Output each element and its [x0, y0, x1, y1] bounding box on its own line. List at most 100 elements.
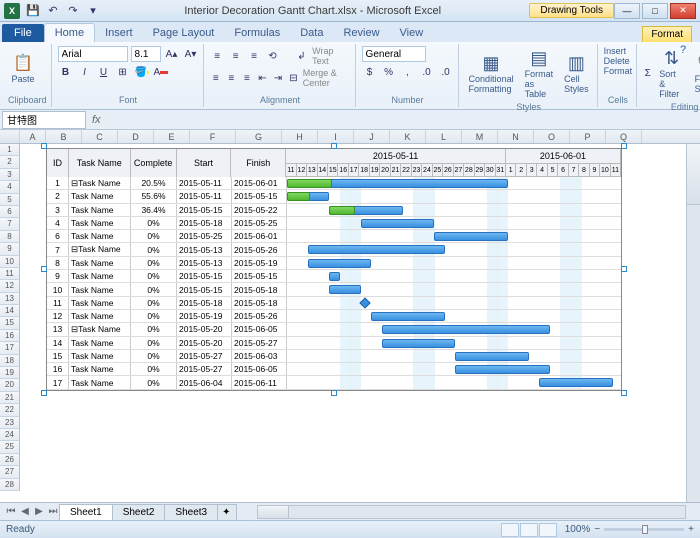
row-header[interactable]: 3 [0, 169, 20, 181]
row-header[interactable]: 7 [0, 218, 20, 230]
qat-save-button[interactable]: 💾 [24, 3, 42, 19]
row-header[interactable]: 18 [0, 355, 20, 367]
tab-file[interactable]: File [2, 24, 44, 42]
comma-button[interactable]: , [400, 64, 416, 80]
row-header[interactable]: 8 [0, 231, 20, 243]
column-header[interactable]: Q [606, 130, 642, 143]
tab-review[interactable]: Review [333, 24, 389, 42]
sheet-tab-2[interactable]: Sheet2 [112, 504, 166, 520]
maximize-button[interactable]: □ [642, 3, 668, 19]
column-header[interactable]: D [118, 130, 154, 143]
align-center-button[interactable]: ≡ [225, 70, 238, 86]
sheet-nav-next[interactable]: ▶ [32, 505, 46, 519]
fx-icon[interactable]: fx [92, 114, 101, 126]
row-header[interactable]: 15 [0, 317, 20, 329]
close-button[interactable]: ✕ [670, 3, 696, 19]
column-header[interactable]: E [154, 130, 190, 143]
format-cells-button[interactable]: Format [604, 66, 633, 76]
gantt-bar[interactable] [382, 339, 456, 348]
underline-button[interactable]: U [96, 64, 112, 80]
row-header[interactable]: 24 [0, 429, 20, 441]
resize-handle-sw[interactable] [41, 390, 47, 396]
gantt-bar[interactable] [308, 259, 371, 268]
grow-font-button[interactable]: A▴ [164, 46, 180, 62]
row-header[interactable]: 25 [0, 441, 20, 453]
shrink-font-button[interactable]: A▾ [183, 46, 199, 62]
align-bottom-button[interactable]: ≡ [246, 48, 261, 64]
column-header[interactable]: F [190, 130, 236, 143]
row-header[interactable]: 13 [0, 293, 20, 305]
zoom-in-button[interactable]: + [688, 524, 694, 535]
sheet-tab-1[interactable]: Sheet1 [59, 504, 113, 520]
worksheet-area[interactable]: ABCDEFGHIJKLMNOPQ 1234567891011121314151… [0, 130, 700, 502]
tab-format-contextual[interactable]: Format [642, 26, 692, 42]
font-name-select[interactable] [58, 46, 128, 62]
conditional-formatting-button[interactable]: ▦Conditional Formatting [465, 51, 518, 97]
font-size-select[interactable] [131, 46, 161, 62]
row-header[interactable]: 5 [0, 194, 20, 206]
align-left-button[interactable]: ≡ [210, 70, 223, 86]
row-header[interactable]: 16 [0, 330, 20, 342]
resize-handle-s[interactable] [331, 390, 337, 396]
column-header[interactable]: H [282, 130, 318, 143]
tab-page-layout[interactable]: Page Layout [143, 24, 225, 42]
column-header[interactable]: N [498, 130, 534, 143]
number-format-select[interactable] [362, 46, 426, 62]
orientation-button[interactable]: ⟲ [265, 48, 280, 64]
column-header[interactable]: I [318, 130, 354, 143]
align-right-button[interactable]: ≡ [241, 70, 254, 86]
gantt-bar[interactable] [329, 272, 340, 281]
column-header[interactable]: A [20, 130, 46, 143]
gantt-bar[interactable] [434, 232, 508, 241]
autosum-button[interactable]: Σ [643, 66, 652, 82]
resize-handle-se[interactable] [621, 390, 627, 396]
column-header[interactable]: C [82, 130, 118, 143]
row-header[interactable]: 20 [0, 379, 20, 391]
qat-undo-button[interactable]: ↶ [44, 3, 62, 19]
qat-redo-button[interactable]: ↷ [64, 3, 82, 19]
vertical-scrollbar[interactable] [686, 144, 700, 502]
row-headers[interactable]: 1234567891011121314151617181920212223242… [0, 144, 20, 491]
delete-cells-button[interactable]: Delete [604, 56, 630, 66]
column-header[interactable]: P [570, 130, 606, 143]
row-header[interactable]: 19 [0, 367, 20, 379]
row-header[interactable]: 22 [0, 404, 20, 416]
zoom-slider[interactable] [604, 528, 684, 531]
column-header[interactable]: B [46, 130, 82, 143]
tab-insert[interactable]: Insert [95, 24, 143, 42]
percent-button[interactable]: % [381, 64, 397, 80]
gantt-bar[interactable] [361, 219, 435, 228]
column-header[interactable]: J [354, 130, 390, 143]
sheet-nav-first[interactable]: ⏮ [4, 505, 18, 519]
wrap-text-button[interactable]: ↲ [294, 48, 309, 64]
column-header[interactable]: G [236, 130, 282, 143]
row-header[interactable]: 4 [0, 181, 20, 193]
row-header[interactable]: 23 [0, 417, 20, 429]
increase-indent-button[interactable]: ⇥ [272, 70, 285, 86]
format-as-table-button[interactable]: ▤Format as Table [521, 46, 558, 102]
row-header[interactable]: 28 [0, 479, 20, 491]
row-header[interactable]: 26 [0, 454, 20, 466]
gantt-chart-object[interactable]: IDTask NameCompleteStartFinish2015-05-11… [46, 148, 622, 391]
sheet-nav-last[interactable]: ⏭ [46, 505, 60, 519]
row-header[interactable]: 6 [0, 206, 20, 218]
font-color-button[interactable]: A [153, 64, 169, 80]
row-header[interactable]: 27 [0, 466, 20, 478]
insert-cells-button[interactable]: Insert [604, 46, 627, 56]
zoom-out-button[interactable]: − [594, 524, 600, 535]
decrease-decimal-button[interactable]: .0 [438, 64, 454, 80]
help-button[interactable]: ? [680, 44, 696, 60]
gantt-bar[interactable] [455, 365, 550, 374]
column-headers[interactable]: ABCDEFGHIJKLMNOPQ [0, 130, 700, 144]
qat-customize-button[interactable]: ▾ [84, 3, 102, 19]
align-middle-button[interactable]: ≡ [228, 48, 243, 64]
borders-button[interactable]: ⊞ [115, 64, 131, 80]
increase-decimal-button[interactable]: .0 [419, 64, 435, 80]
column-header[interactable]: L [426, 130, 462, 143]
sheet-tab-3[interactable]: Sheet3 [164, 504, 218, 520]
align-top-button[interactable]: ≡ [210, 48, 225, 64]
row-header[interactable]: 10 [0, 256, 20, 268]
gantt-bar[interactable] [455, 352, 529, 361]
column-header[interactable]: O [534, 130, 570, 143]
merge-center-button[interactable]: ⊟ [287, 70, 300, 86]
